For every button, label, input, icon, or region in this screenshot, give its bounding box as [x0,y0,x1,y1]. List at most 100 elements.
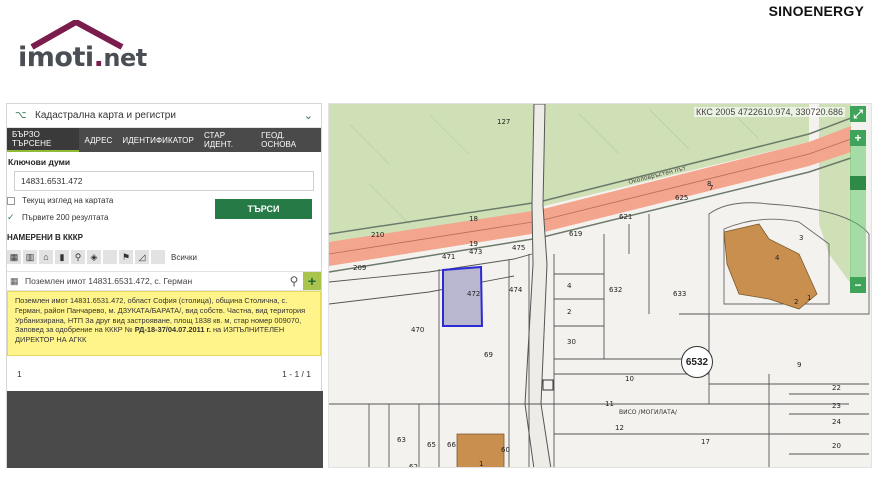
svg-text:2: 2 [567,308,571,316]
pager: 1 1 - 1 / 1 [7,362,321,386]
location-filter-icon[interactable]: ⚲ [71,250,85,264]
svg-text:625: 625 [675,194,688,202]
fullscreen-icon[interactable]: ⤢ [850,106,866,122]
page: imoti.net SINOENERGY ⌥ Кадастрална карта… [0,0,880,494]
svg-text:30: 30 [567,338,576,346]
panel-footer [7,391,323,468]
layers-toggle-icon: ⌥ [15,110,27,121]
layers-filter-icon[interactable]: ◈ [87,250,101,264]
svg-text:22: 22 [832,384,841,392]
logo-main: imoti [18,42,94,73]
current-view-label: Текущ изглед на картата [22,196,114,205]
keywords-label: Ключови думи [8,157,71,167]
tab-address[interactable]: АДРЕС [79,128,117,152]
cadastral-map[interactable]: 127 210 209 471 473 475 472 474 4 2 30 6… [328,103,872,468]
svg-text:621: 621 [619,213,632,221]
zoom-to-icon[interactable]: ⚲ [285,274,303,288]
result-order-prefix: Заповед за одобрение на КККР № [15,325,135,335]
svg-text:632: 632 [609,286,622,294]
svg-text:475: 475 [512,244,525,252]
page-info: 1 - 1 / 1 [282,369,311,379]
svg-text:69: 69 [484,351,493,359]
add-icon[interactable]: + [303,272,321,290]
result-title[interactable]: Поземлен имот 14831.6531.472, с. Герман [21,276,285,286]
svg-text:20: 20 [832,442,841,450]
map-sheet-number: 6532 [681,346,713,378]
logo-dot: . [93,42,104,73]
result-order: Заповед за одобрение на КККР № РД-18-37/… [15,325,313,345]
svg-text:65: 65 [427,441,436,449]
svg-text:62: 62 [409,463,418,468]
svg-text:471: 471 [442,253,455,261]
result-text: Поземлен имот 14831.6531.472, област Соф… [15,296,306,325]
brand-watermark: SINOENERGY [768,3,864,19]
svg-text:10: 10 [625,375,634,383]
panel-header[interactable]: ⌥ Кадастрална карта и регистри ⌄ [7,104,321,128]
all-filter-icon[interactable] [151,250,165,264]
svg-text:619: 619 [569,230,582,238]
svg-text:127: 127 [497,118,510,126]
checkbox-icon [7,196,15,205]
svg-text:63: 63 [397,436,406,444]
cadastre-panel: ⌥ Кадастрална карта и регистри ⌄ БЪРЗО Т… [6,103,323,468]
svg-text:210: 210 [371,231,384,239]
site-logo[interactable]: imoti.net [18,20,158,74]
panel-title: Кадастрална карта и регистри [35,110,176,121]
first200-label: Първите 200 резултата [22,213,109,222]
polygon-filter-icon[interactable]: ◿ [135,250,149,264]
coordinates-readout: ККС 2005 4722610.974, 330720.686 [693,107,845,117]
locality-label: ВИСО /МОГИЛАТА/ [619,409,678,416]
chevron-down-icon[interactable]: ⌄ [304,109,313,122]
keywords-input[interactable]: 14831.6531.472 [14,171,314,191]
search-button[interactable]: ТЪРСИ [215,199,312,219]
svg-text:209: 209 [353,264,366,272]
svg-text:474: 474 [509,286,523,294]
zoom-in-button[interactable]: + [850,130,866,146]
svg-text:24: 24 [832,418,841,426]
map-canvas[interactable]: 127 210 209 471 473 475 472 474 4 2 30 6… [329,104,872,468]
svg-text:7: 7 [709,184,713,192]
logo-tld: net [103,44,147,72]
tab-quick-search[interactable]: БЪРЗО ТЪРСЕНЕ [7,128,80,152]
svg-text:60: 60 [501,446,510,454]
svg-text:1: 1 [807,294,811,302]
first200-checkbox[interactable]: ✓ Първите 200 резултата [7,212,108,223]
building-filter-icon[interactable]: ⌂ [39,250,53,264]
svg-text:472: 472 [467,290,480,298]
grid-icon: ▦ [10,275,19,286]
svg-text:17: 17 [701,438,710,446]
tab-geodetic-base[interactable]: ГЕОД. ОСНОВА [256,128,321,152]
svg-text:11: 11 [605,400,614,408]
search-tabs: БЪРЗО ТЪРСЕНЕ АДРЕС ИДЕНТИФИКАТОР СТАР И… [7,128,321,152]
svg-text:473: 473 [469,248,482,256]
svg-text:3: 3 [799,234,803,242]
filter-all-label[interactable]: Всички [171,253,197,262]
svg-text:18: 18 [469,215,478,223]
svg-text:2: 2 [794,298,798,306]
svg-text:19: 19 [469,240,478,248]
tab-old-identifier[interactable]: СТАР ИДЕНТ. [199,128,256,152]
svg-text:4: 4 [775,254,780,262]
zoom-slider-thumb[interactable] [850,176,866,190]
blank-filter-icon[interactable] [103,250,117,264]
zoom-out-button[interactable]: − [850,277,866,293]
unit-filter-icon[interactable]: ▮ [55,250,69,264]
parcel-filter-icon[interactable]: ▥ [23,250,37,264]
svg-text:4: 4 [567,282,572,290]
result-header[interactable]: ▦ Поземлен имот 14831.6531.472, с. Герма… [7,271,321,291]
grid-filter-icon[interactable]: ▦ [7,250,21,264]
svg-text:9: 9 [797,361,801,369]
found-title: НАМЕРЕНИ В КККР [7,233,83,242]
checkmark-icon: ✓ [7,212,15,222]
current-view-checkbox[interactable]: Текущ изглед на картата [7,196,113,205]
result-details: Поземлен имот 14831.6531.472, област Соф… [7,291,321,356]
svg-text:470: 470 [411,326,424,334]
result-filter-row: ▦ ▥ ⌂ ▮ ⚲ ◈ ⚑ ◿ Всички [7,249,307,265]
result-order-number: РД-18-37/04.07.2011 г. [134,325,211,335]
tab-identifier[interactable]: ИДЕНТИФИКАТОР [117,128,199,152]
flag-filter-icon[interactable]: ⚑ [119,250,133,264]
page-current[interactable]: 1 [17,369,22,379]
svg-text:12: 12 [615,424,624,432]
svg-text:1: 1 [479,460,483,468]
zoom-slider[interactable] [850,130,866,292]
